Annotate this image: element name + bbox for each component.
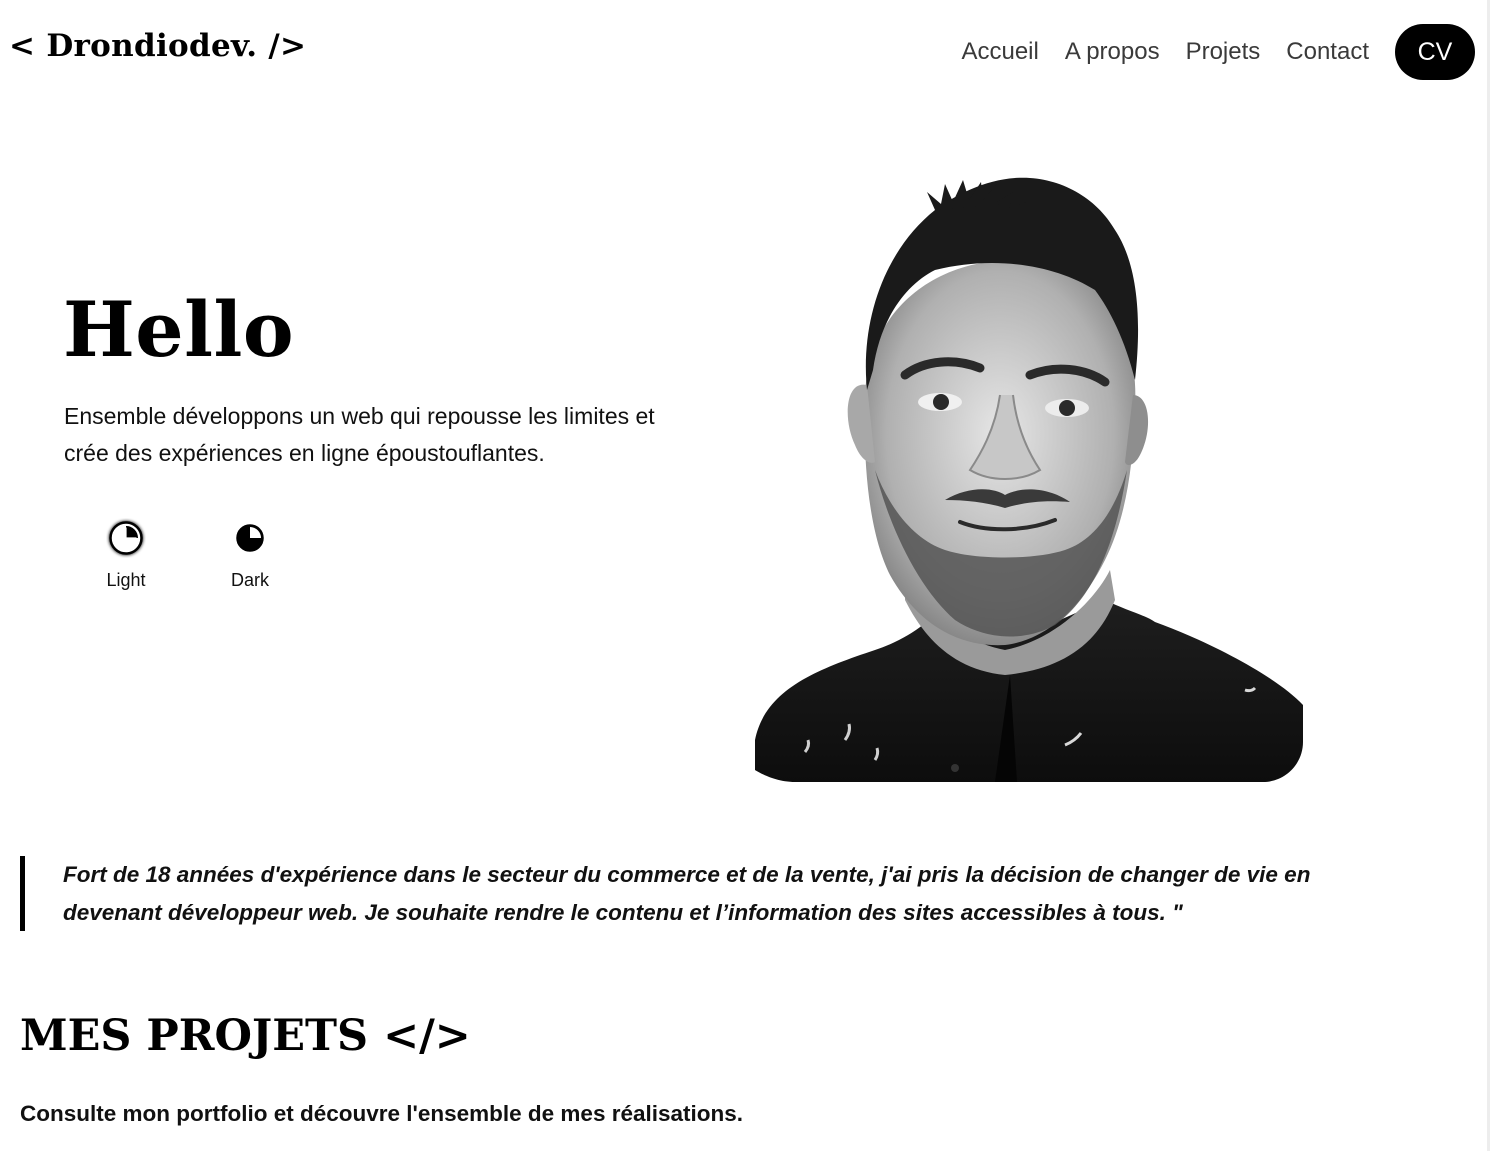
cv-button[interactable]: CV xyxy=(1395,24,1475,80)
quote-text: Fort de 18 années d'expérience dans le s… xyxy=(63,862,1311,925)
theme-label-light: Light xyxy=(106,570,146,590)
intro-quote: Fort de 18 années d'expérience dans le s… xyxy=(20,856,1360,931)
site-logo[interactable]: < Drondiodev. /> xyxy=(9,28,306,64)
projects-title: MES PROJETS </> xyxy=(20,1011,471,1061)
nav-link-contact[interactable]: Contact xyxy=(1286,38,1369,66)
nav-link-a-propos[interactable]: A propos xyxy=(1065,38,1160,66)
nav-link-accueil[interactable]: Accueil xyxy=(961,38,1038,66)
theme-label-dark: Dark xyxy=(230,570,269,590)
dark-theme-icon xyxy=(230,518,270,558)
projects-subtitle: Consulte mon portfolio et découvre l'ens… xyxy=(20,1101,744,1126)
theme-option-dark[interactable]: Dark xyxy=(205,518,295,591)
portrait-photo xyxy=(755,170,1303,782)
main-nav: Accueil A propos Projets Contact CV xyxy=(961,24,1475,80)
light-theme-icon xyxy=(106,518,146,558)
nav-link-projets[interactable]: Projets xyxy=(1186,38,1261,66)
site-header: < Drondiodev. /> Accueil A propos Projet… xyxy=(0,0,1490,104)
hero-title: Hello xyxy=(63,285,295,374)
hero-text: Ensemble développons un web qui repousse… xyxy=(64,403,655,466)
theme-option-light[interactable]: Light xyxy=(81,518,171,591)
